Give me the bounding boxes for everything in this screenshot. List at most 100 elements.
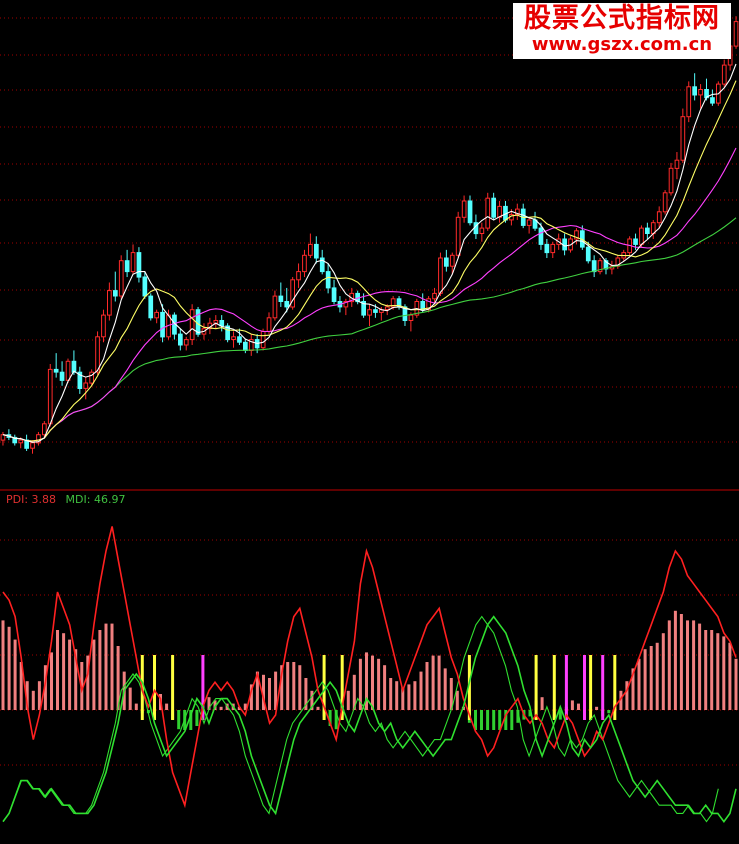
histogram-bar	[92, 639, 96, 710]
indicator-legend: PDI: 3.88 MDI: 46.97	[6, 493, 125, 506]
candle-body	[231, 336, 236, 340]
histogram-bar	[686, 620, 689, 710]
histogram-bar	[637, 658, 641, 710]
candle-body	[83, 382, 89, 389]
candle-body	[325, 271, 331, 289]
histogram-bar	[50, 652, 53, 710]
histogram-bar	[407, 684, 411, 710]
histogram-bar	[443, 668, 447, 710]
candle-body	[373, 309, 378, 313]
candle-body	[42, 423, 47, 436]
histogram-bar	[540, 697, 544, 710]
histogram-bar	[316, 706, 320, 710]
histogram-bar	[371, 655, 374, 710]
candle-body	[408, 314, 414, 322]
mdi-value: MDI: 46.97	[65, 493, 126, 506]
candle-body	[314, 243, 319, 259]
histogram-bar	[98, 630, 102, 710]
watermark-title: 股票公式指标网	[524, 3, 720, 34]
crossover-marker	[589, 655, 593, 720]
histogram-bar	[455, 690, 459, 710]
candle-body	[674, 159, 680, 169]
candle-body	[591, 260, 597, 273]
candle-body	[260, 330, 266, 349]
histogram-bar	[395, 681, 399, 710]
site-watermark: 股票公式指标网 www.gszx.com.cn	[513, 3, 731, 59]
candle-body	[278, 295, 284, 303]
stock-chart	[0, 16, 739, 823]
histogram-bar	[377, 658, 381, 710]
histogram-bar	[480, 710, 483, 730]
candle-body	[438, 257, 443, 294]
histogram-bar	[492, 710, 496, 730]
candle-body	[698, 89, 703, 96]
histogram-bar	[728, 642, 732, 710]
candle-body	[302, 254, 307, 273]
candle-body	[449, 254, 455, 267]
histogram-bar	[595, 706, 599, 710]
crossover-marker	[552, 655, 556, 720]
histogram-bar	[710, 630, 714, 710]
candle-body	[107, 290, 112, 316]
candle-body	[296, 271, 301, 281]
candle-body	[668, 167, 674, 194]
histogram-bar	[716, 633, 720, 710]
candle-body	[444, 257, 449, 267]
candle-body	[485, 197, 491, 229]
candle-body	[136, 252, 142, 278]
histogram-bar	[1, 620, 5, 710]
histogram-bar	[649, 646, 653, 710]
histogram-bar	[389, 678, 393, 710]
crossover-marker	[564, 655, 568, 720]
histogram-bar	[134, 703, 138, 710]
candle-body	[266, 317, 272, 332]
histogram-bar	[31, 690, 35, 710]
candle-body	[154, 311, 160, 319]
histogram-bar	[704, 630, 708, 710]
candle-body	[467, 200, 473, 224]
candle-body	[479, 227, 485, 235]
candle-body	[733, 21, 739, 47]
histogram-bar	[431, 655, 435, 710]
histogram-bar	[68, 639, 72, 710]
candle-body	[53, 368, 59, 373]
candle-body	[538, 227, 544, 245]
histogram-bar	[110, 623, 114, 710]
crossover-marker	[601, 655, 605, 720]
candle-body	[272, 295, 278, 319]
histogram-bar	[570, 700, 574, 710]
histogram-bar	[661, 633, 665, 710]
candle-body	[645, 227, 650, 235]
histogram-bar	[292, 662, 296, 710]
crossover-marker	[534, 655, 538, 720]
histogram-bar	[667, 620, 671, 710]
candle-body	[183, 339, 189, 346]
histogram-bar	[56, 630, 59, 710]
candle-body	[680, 116, 686, 161]
candle-body	[118, 260, 124, 297]
candle-body	[526, 219, 532, 226]
candle-body	[148, 295, 154, 319]
candle-body	[633, 238, 638, 245]
candle-body	[18, 439, 24, 444]
candle-body	[384, 306, 390, 311]
candle-body	[662, 192, 668, 213]
crossover-marker	[153, 655, 156, 720]
candle-body	[461, 200, 467, 218]
candle-body	[195, 309, 201, 335]
candle-body	[550, 243, 556, 254]
candle-body	[367, 309, 372, 316]
candle-body	[113, 290, 118, 297]
histogram-bar	[419, 671, 423, 710]
histogram-bar	[165, 703, 169, 710]
histogram-bar	[437, 655, 441, 710]
histogram-bar	[510, 710, 514, 730]
candle-body	[142, 276, 148, 297]
histogram-bar	[607, 710, 611, 714]
histogram-bar	[577, 703, 580, 710]
histogram-bar	[425, 662, 429, 710]
histogram-bar	[722, 636, 726, 710]
histogram-bar	[7, 626, 11, 710]
histogram-bar	[346, 690, 350, 710]
histogram-bar	[383, 665, 387, 710]
